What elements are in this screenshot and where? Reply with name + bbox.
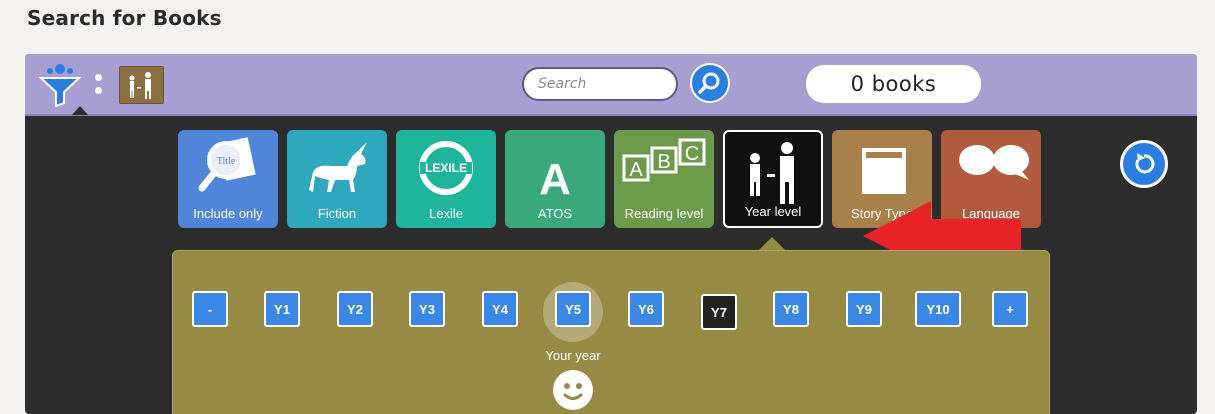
- filter-tile-lexile[interactable]: LEXILE Lexile: [396, 130, 496, 228]
- svg-text:A: A: [539, 155, 571, 204]
- search-toolbar: 0 books: [25, 54, 1197, 116]
- filter-label: Year level: [744, 204, 802, 219]
- active-filter-year-level-icon[interactable]: [119, 66, 164, 104]
- reset-arrow-icon: [1135, 153, 1155, 174]
- magnifier-icon: [698, 72, 720, 94]
- unicorn-icon: [309, 142, 367, 192]
- year-button-y4[interactable]: Y4: [482, 291, 518, 327]
- year-increment-button[interactable]: +: [992, 291, 1028, 327]
- reset-button[interactable]: [1120, 140, 1168, 188]
- svg-text:Title: Title: [217, 156, 236, 167]
- book-icon: [862, 148, 906, 194]
- toolbar-pointer: [72, 106, 88, 115]
- lexile-logo-icon: LEXILE: [419, 141, 473, 195]
- year-button-y9[interactable]: Y9: [846, 291, 882, 327]
- svg-text:A: A: [629, 159, 643, 181]
- filter-label: Reading level: [624, 206, 704, 221]
- search-panel: 0 books Title Include only Fiction LEXIL…: [25, 54, 1197, 414]
- filter-tile-year-level[interactable]: Year level: [723, 130, 823, 228]
- year-level-panel: [172, 250, 1050, 414]
- speech-bubbles-icon: [959, 145, 1029, 180]
- abc-blocks-icon: A B C: [622, 138, 706, 182]
- year-button-y8[interactable]: Y8: [773, 291, 809, 327]
- year-button-y6[interactable]: Y6: [628, 291, 664, 327]
- year-button-y10[interactable]: Y10: [915, 291, 961, 327]
- year-panel-notch: [758, 237, 786, 251]
- svg-text:LEXILE: LEXILE: [425, 161, 467, 175]
- search-input[interactable]: [522, 67, 678, 101]
- filter-funnel-icon[interactable]: [39, 63, 81, 107]
- filter-label: Fiction: [317, 206, 357, 221]
- filter-tile-include-only[interactable]: Title Include only: [178, 130, 278, 228]
- child-adult-icon: [750, 142, 794, 204]
- your-year-label: Your year: [545, 348, 601, 363]
- svg-text:B: B: [657, 151, 670, 173]
- magnifying-title-icon: Title: [198, 137, 256, 192]
- page-title: Search for Books: [27, 6, 222, 30]
- year-button-y5[interactable]: Y5: [555, 291, 591, 327]
- filter-tile-fiction[interactable]: Fiction: [287, 130, 387, 228]
- filter-label: Lexile: [429, 206, 463, 221]
- year-button-y7[interactable]: Y7: [701, 294, 737, 330]
- svg-text:C: C: [685, 143, 699, 165]
- year-button-y3[interactable]: Y3: [409, 291, 445, 327]
- year-button-y2[interactable]: Y2: [337, 291, 373, 327]
- year-decrement-button[interactable]: -: [192, 291, 228, 327]
- search-button[interactable]: [690, 63, 730, 103]
- breadcrumb-separator-icon: [95, 74, 103, 96]
- filter-label: ATOS: [537, 206, 573, 221]
- filter-tile-atos[interactable]: A ATOS: [505, 130, 605, 228]
- filter-label: Include only: [193, 206, 263, 221]
- filter-tile-reading-level[interactable]: A B C Reading level: [614, 130, 714, 228]
- smiley-face-icon: [553, 370, 593, 410]
- letter-a-icon: A: [539, 155, 571, 204]
- book-count: 0 books: [806, 65, 981, 103]
- year-button-y1[interactable]: Y1: [264, 291, 300, 327]
